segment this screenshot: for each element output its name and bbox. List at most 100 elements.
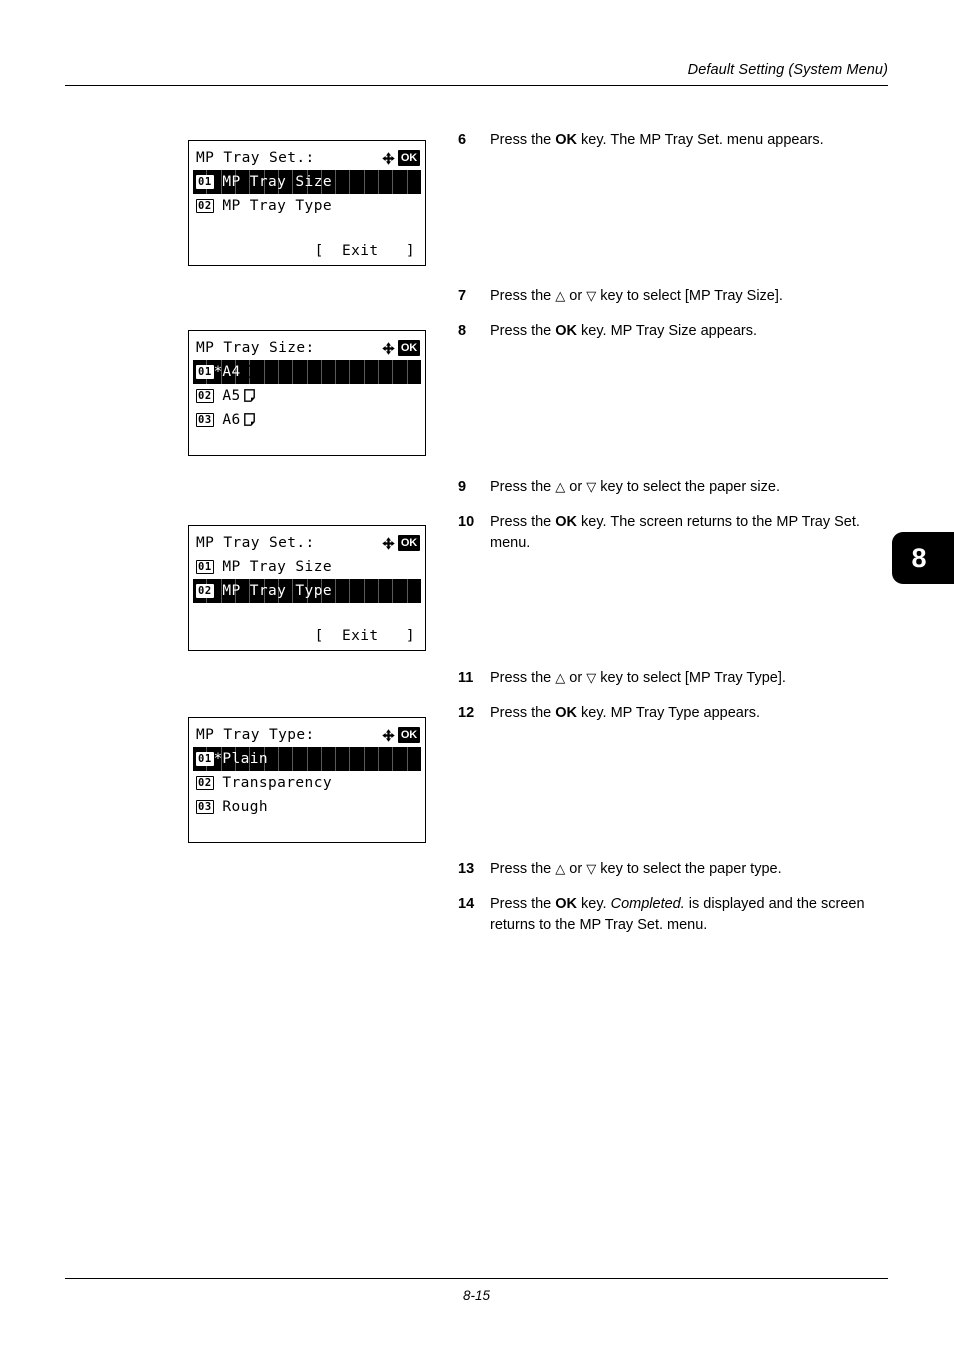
step-text-fragment: key to select the paper size. <box>596 479 780 495</box>
step-number: 12 <box>458 705 475 721</box>
lcd-spacer <box>214 194 223 218</box>
lcd-panel-mp-tray-type: MP Tray Type: OK 01 * Plain 02 Transparency 03… <box>188 717 426 843</box>
paper-sheet-icon <box>241 412 255 427</box>
lcd-title-row: MP Tray Set.: OK <box>189 531 425 555</box>
lcd-spacer <box>214 579 223 603</box>
step-text-fragment: key to select the paper type. <box>596 861 782 877</box>
step-number: 10 <box>458 514 475 530</box>
step-text-fragment: key to select [MP Tray Type]. <box>596 670 786 686</box>
lcd-item-label: A6 <box>222 412 241 428</box>
ok-key-label: OK <box>555 132 578 148</box>
step-text: Press the △ or ▽ key to select the paper… <box>490 477 878 499</box>
arrow-up-icon: △ <box>555 480 566 495</box>
step-number: 9 <box>458 479 467 495</box>
step-number: 6 <box>458 132 467 148</box>
lcd-spacer <box>214 384 223 408</box>
lcd-item-index-badge: 01 <box>196 364 214 379</box>
nav-cluster-icon <box>382 728 395 742</box>
step-text-fragment: Press the <box>490 705 556 721</box>
step-text-fragment: Press the <box>490 288 556 304</box>
step-text-fragment: Press the <box>490 514 556 530</box>
nav-cluster-icon <box>382 341 395 355</box>
arrow-up-icon: △ <box>555 289 566 304</box>
lcd-spacer <box>214 555 223 579</box>
step-number: 14 <box>458 896 475 912</box>
lcd-menu-item[interactable]: 01 MP Tray Size <box>193 170 421 194</box>
arrow-down-icon: ▽ <box>586 862 597 877</box>
lcd-item-index-badge: 02 <box>196 388 214 403</box>
arrow-down-icon: ▽ <box>586 671 597 686</box>
arrow-down-icon: ▽ <box>586 289 597 304</box>
lcd-screen-title: MP Tray Size: <box>196 340 315 356</box>
step-text-fragment: or <box>565 479 587 495</box>
default-marker-asterisk: * <box>213 364 223 380</box>
header-title: Default Setting (System Menu) <box>687 62 888 78</box>
step-text-fragment: or <box>565 861 587 877</box>
step-text: Press the OK key. The screen returns to … <box>490 512 878 553</box>
lcd-title-row: MP Tray Type: OK <box>189 723 425 747</box>
lcd-icon-group: OK <box>382 535 420 551</box>
lcd-item-label: A5 <box>222 388 241 404</box>
instruction-step: 11 Press the △ or ▽ key to select [MP Tra… <box>458 668 878 690</box>
lcd-item-label: MP Tray Size <box>222 559 332 575</box>
lcd-screen-title: MP Tray Set.: <box>196 150 315 166</box>
paper-sheet-icon <box>241 364 255 379</box>
instruction-step: 6 Press the OK key. The MP Tray Set. menu… <box>458 130 878 151</box>
step-text-fragment: Press the <box>490 323 556 339</box>
lcd-item-index-badge: 01 <box>196 751 214 766</box>
paper-sheet-icon <box>241 388 255 403</box>
lcd-icon-group: OK <box>382 340 420 356</box>
step-text-fragment: key to select [MP Tray Size]. <box>596 288 783 304</box>
lcd-item-index-badge: 03 <box>196 412 214 427</box>
lcd-item-index-badge: 02 <box>196 198 214 213</box>
lcd-menu-item[interactable]: 01 * Plain <box>193 747 421 771</box>
lcd-item-label: MP Tray Type <box>222 583 332 599</box>
step-text: Press the △ or ▽ key to select [MP Tray … <box>490 668 878 690</box>
default-marker-asterisk: * <box>213 751 223 767</box>
lcd-menu-item[interactable]: 03 A6 <box>189 408 425 432</box>
lcd-spacer <box>214 771 223 795</box>
lcd-item-label: Transparency <box>222 775 332 791</box>
ok-icon: OK <box>397 727 420 743</box>
lcd-menu-item[interactable]: 02 MP Tray Type <box>189 194 425 218</box>
step-text-fragment: key. <box>577 896 611 912</box>
status-message-text: Completed. <box>610 896 685 912</box>
page-footer: 8-15 <box>65 1278 888 1303</box>
lcd-item-index-badge: 02 <box>196 583 214 598</box>
lcd-spacer <box>214 170 223 194</box>
instruction-step: 14 Press the OK key. Completed. is displa… <box>458 894 878 935</box>
header-rule <box>65 85 888 87</box>
step-text-fragment: Press the <box>490 896 556 912</box>
lcd-spacer <box>214 408 223 432</box>
lcd-menu-item[interactable]: 01 MP Tray Size <box>189 555 425 579</box>
chapter-tab: 8 <box>892 532 954 584</box>
lcd-menu-item[interactable]: 01 * A4 <box>193 360 421 384</box>
lcd-screen-title: MP Tray Set.: <box>196 535 315 551</box>
lcd-menu-item[interactable]: 02 MP Tray Type <box>193 579 421 603</box>
instruction-step: 13 Press the △ or ▽ key to select the pap… <box>458 859 878 881</box>
step-text-fragment: key. MP Tray Type appears. <box>577 705 760 721</box>
lcd-exit-softkey[interactable]: [ Exit ] <box>189 628 425 644</box>
step-text: Press the OK key. MP Tray Size appears. <box>490 321 878 342</box>
lcd-item-index-badge: 01 <box>196 174 214 189</box>
lcd-panel-mp-tray-set-type-selected: MP Tray Set.: OK 01 MP Tray Size 02 MP Tray… <box>188 525 426 651</box>
ok-key-label: OK <box>555 896 578 912</box>
lcd-icon-group: OK <box>382 727 420 743</box>
instruction-step: 12 Press the OK key. MP Tray Type appears… <box>458 703 878 724</box>
instruction-step: 7 Press the △ or ▽ key to select [MP Tray… <box>458 286 878 308</box>
lcd-item-index-badge: 03 <box>196 799 214 814</box>
ok-key-label: OK <box>555 323 578 339</box>
lcd-item-label: Rough <box>222 799 269 815</box>
lcd-exit-softkey[interactable]: [ Exit ] <box>189 243 425 259</box>
instruction-step: 10 Press the OK key. The screen returns t… <box>458 512 878 553</box>
step-text: Press the △ or ▽ key to select the paper… <box>490 859 878 881</box>
lcd-menu-item[interactable]: 02 A5 <box>189 384 425 408</box>
step-number: 8 <box>458 323 467 339</box>
step-text: Press the △ or ▽ key to select [MP Tray … <box>490 286 878 308</box>
lcd-spacer <box>214 795 223 819</box>
lcd-menu-item[interactable]: 02 Transparency <box>189 771 425 795</box>
lcd-item-label: A4 <box>222 364 241 380</box>
step-text-fragment: key. MP Tray Size appears. <box>577 323 758 339</box>
lcd-menu-item[interactable]: 03 Rough <box>189 795 425 819</box>
lcd-item-index-badge: 01 <box>196 559 214 574</box>
